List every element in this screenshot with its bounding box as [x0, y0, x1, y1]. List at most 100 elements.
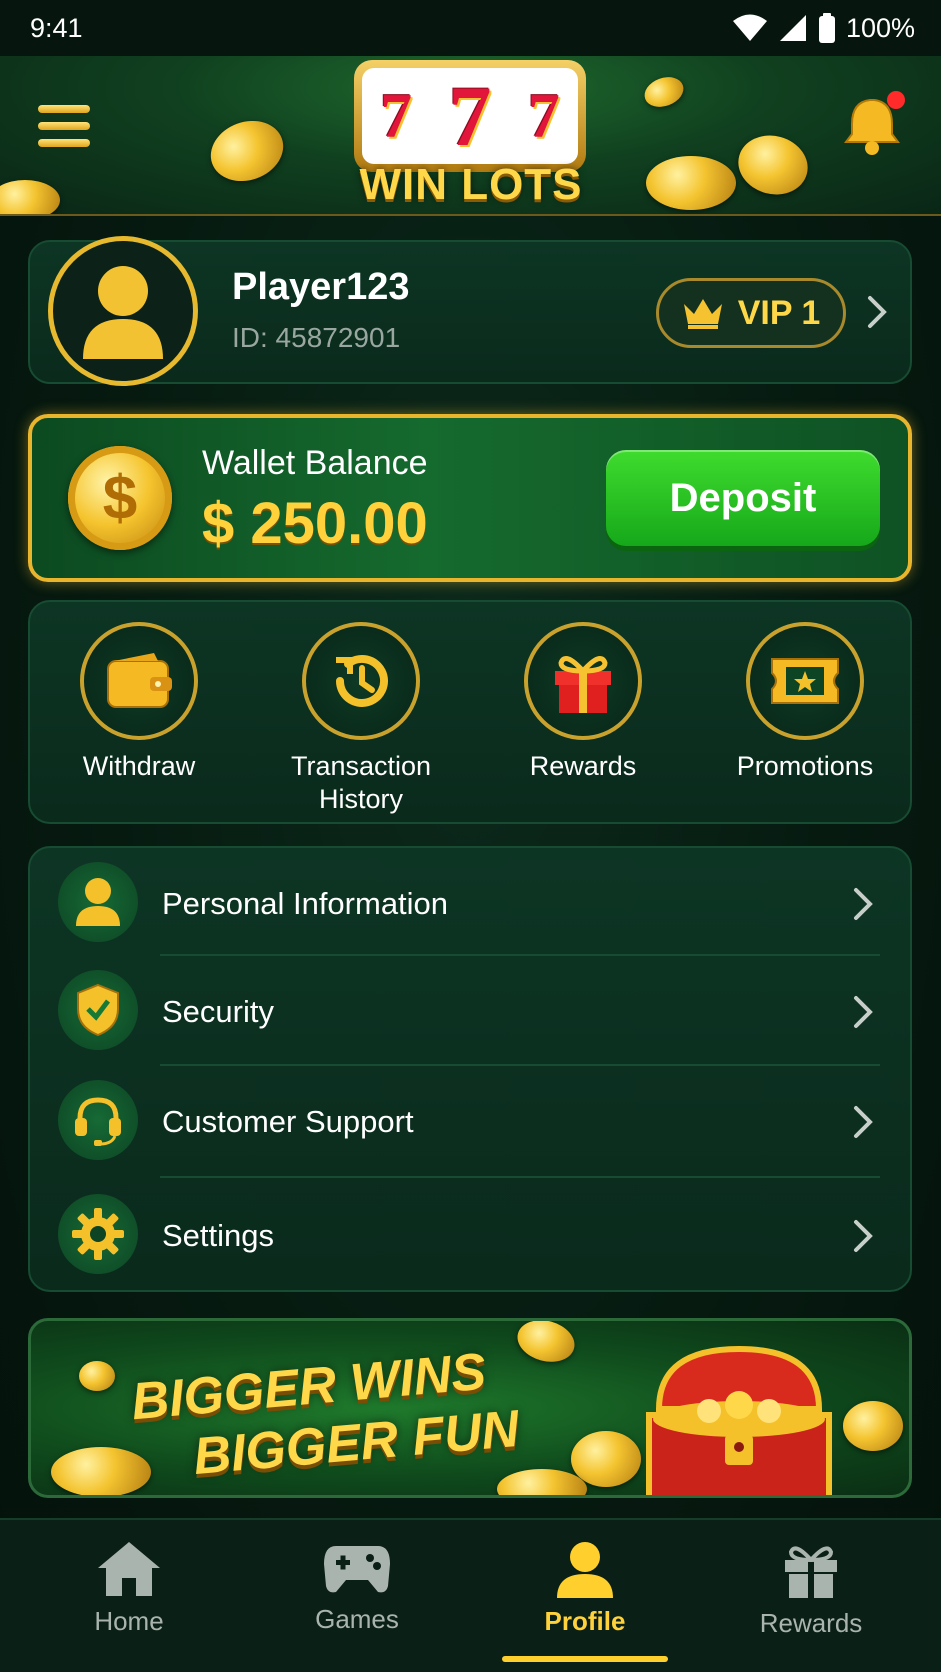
quick-actions-card: Withdraw Transaction History Rewards Pro…	[28, 600, 912, 824]
status-icons: 100%	[732, 13, 915, 44]
nav-item-games[interactable]: Games	[262, 1540, 452, 1660]
wallet-card: $ Wallet Balance $ 250.00 Deposit	[28, 414, 912, 582]
bottom-navigation: Home Games Profile Rewards	[0, 1518, 941, 1672]
action-icon-circle	[302, 622, 420, 740]
slot-seven: 7	[527, 80, 560, 151]
coin-decoration-icon	[51, 1447, 151, 1495]
ticket-icon	[771, 658, 839, 704]
avatar[interactable]	[48, 236, 198, 386]
action-label: Withdraw	[82, 751, 196, 781]
gamepad-icon	[324, 1546, 390, 1593]
menu-bar	[38, 122, 90, 130]
menu-icon-circle	[58, 1080, 138, 1160]
status-time: 9:41	[30, 12, 83, 43]
user-icon	[76, 878, 120, 926]
coin-decoration-icon	[731, 127, 815, 203]
nav-item-rewards[interactable]: Rewards	[716, 1540, 906, 1660]
menu-item-settings[interactable]: Settings	[30, 1180, 910, 1288]
slot-seven: 7	[380, 80, 413, 151]
nav-label: Profile	[544, 1606, 626, 1636]
coin-decoration-icon	[0, 180, 60, 214]
crown-icon	[683, 299, 722, 329]
wallet-balance: $ 250.00	[202, 491, 428, 556]
nav-label: Home	[94, 1606, 164, 1636]
slot-machine-icon: 7 7 7	[354, 60, 586, 172]
vip-badge[interactable]: VIP 1	[656, 278, 846, 348]
action-label: Promotions	[736, 751, 874, 781]
chevron-right-icon	[854, 996, 873, 1028]
coin-decoration-icon	[640, 72, 688, 112]
slot-seven: 7	[448, 68, 492, 164]
bell-icon	[844, 91, 905, 155]
menu-item-customer-support[interactable]: Customer Support	[30, 1066, 910, 1174]
notification-bell-button[interactable]	[838, 90, 908, 160]
nav-item-profile[interactable]: Profile	[490, 1540, 680, 1660]
treasure-chest-icon	[646, 1345, 832, 1495]
menu-label: Security	[162, 994, 274, 1029]
menu-icon-circle	[58, 862, 138, 942]
menu-label: Personal Information	[162, 886, 449, 921]
action-icon-circle	[524, 622, 642, 740]
active-tab-indicator	[502, 1656, 668, 1662]
menu-icon-circle	[58, 1194, 138, 1274]
dollar-coin-icon: $	[68, 446, 172, 550]
quick-action-withdraw[interactable]: Withdraw	[44, 622, 234, 818]
quick-action-rewards[interactable]: Rewards	[488, 622, 678, 818]
nav-label: Rewards	[759, 1608, 863, 1638]
menu-label: Settings	[162, 1218, 275, 1253]
menu-divider	[160, 1176, 880, 1178]
chevron-right-icon[interactable]	[866, 294, 890, 330]
action-label: Transaction History	[290, 751, 432, 814]
gift-icon	[555, 656, 611, 713]
app-screen: 9:41 100% 7 7 7 WIN LOTS Player123 ID: 4…	[0, 0, 941, 1672]
action-icon-circle	[80, 622, 198, 740]
menu-item-personal-information[interactable]: Personal Information	[30, 848, 910, 956]
chevron-right-icon	[854, 1220, 873, 1252]
player-id: ID: 45872901	[232, 322, 401, 353]
logo-text: WIN LOTS	[359, 160, 583, 209]
shield-icon	[77, 983, 119, 1037]
menu-bar	[38, 139, 90, 147]
home-icon	[98, 1542, 160, 1596]
gear-icon	[72, 1208, 124, 1260]
deposit-button[interactable]: Deposit	[606, 450, 880, 546]
wifi-icon	[732, 14, 767, 41]
quick-action-promotions[interactable]: Promotions	[710, 622, 900, 818]
profile-icon	[557, 1542, 613, 1598]
wallet-label: Wallet Balance	[202, 444, 428, 482]
vip-label: VIP 1	[737, 293, 821, 332]
coin-decoration-icon	[202, 111, 292, 191]
player-name: Player123	[232, 266, 410, 308]
menu-item-security[interactable]: Security	[30, 956, 910, 1064]
nav-item-home[interactable]: Home	[34, 1540, 224, 1660]
slot-reels: 7 7 7	[362, 68, 578, 164]
wallet-icon	[107, 653, 172, 708]
coin-decoration-icon	[646, 156, 736, 210]
battery-icon	[818, 13, 835, 43]
promo-banner[interactable]: BIGGER WINS BIGGER FUN	[28, 1318, 912, 1498]
user-avatar-icon	[83, 266, 163, 359]
headset-icon	[75, 1097, 121, 1146]
coin-decoration-icon	[497, 1469, 587, 1495]
coin-decoration-icon	[79, 1361, 115, 1391]
action-icon-circle	[746, 622, 864, 740]
nav-label: Games	[315, 1604, 399, 1634]
coin-decoration-icon	[512, 1321, 580, 1368]
app-header: 7 7 7 WIN LOTS	[0, 56, 941, 216]
status-bar: 9:41 100%	[0, 0, 941, 56]
profile-card[interactable]: Player123 ID: 45872901 VIP 1	[28, 236, 912, 386]
gift-icon	[785, 1546, 837, 1598]
app-logo: 7 7 7 WIN LOTS	[340, 56, 602, 214]
action-label: Rewards	[529, 751, 637, 781]
chevron-right-icon	[854, 888, 873, 920]
menu-icon-circle	[58, 970, 138, 1050]
chevron-right-icon	[854, 1106, 873, 1138]
menu-bar	[38, 105, 90, 113]
history-icon	[336, 654, 388, 707]
hamburger-menu-button[interactable]	[38, 98, 94, 154]
quick-action-transaction-history[interactable]: Transaction History	[266, 622, 456, 818]
menu-label: Customer Support	[162, 1104, 414, 1139]
battery-percent: 100%	[845, 12, 915, 43]
signal-icon	[779, 15, 806, 41]
settings-menu-card: Personal Information Security Customer S…	[28, 846, 912, 1292]
